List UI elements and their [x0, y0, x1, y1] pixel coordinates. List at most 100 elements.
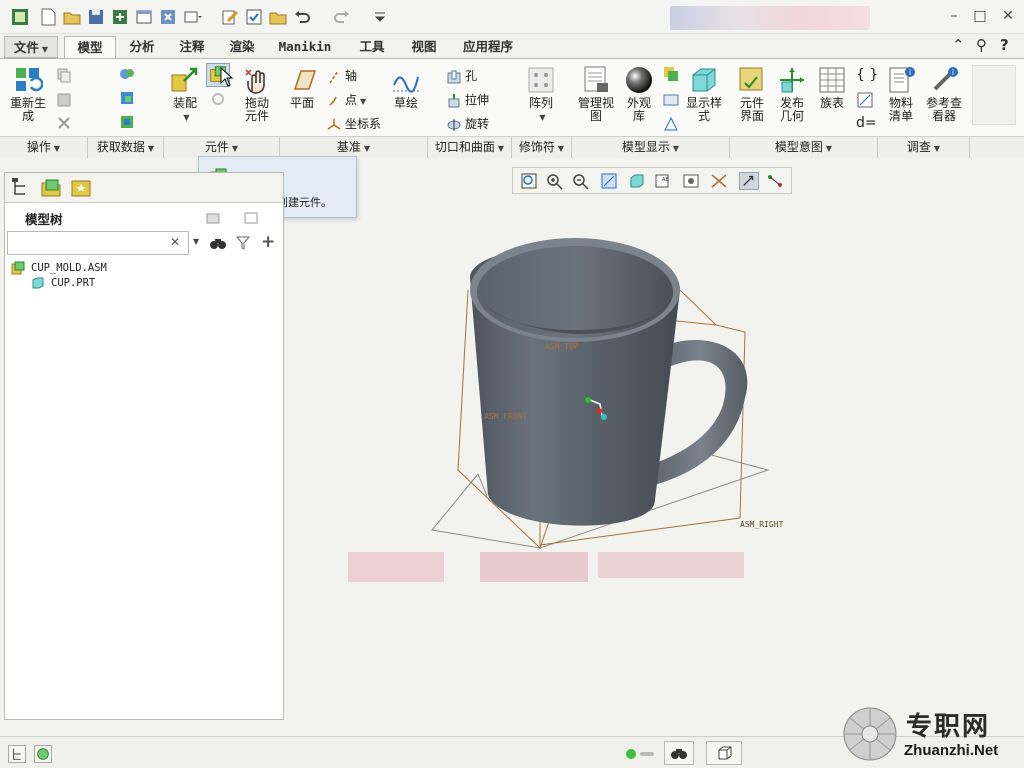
copy-geometry-icon[interactable]	[118, 65, 136, 83]
relations-button[interactable]: { }	[856, 67, 878, 83]
clear-search-icon[interactable]: ✕	[170, 235, 180, 249]
tab-analysis[interactable]: 分析	[118, 36, 166, 58]
regenerate-qat-icon[interactable]	[110, 7, 130, 27]
appearance-gallery-button[interactable]: 外观库	[622, 65, 656, 123]
show-icon[interactable]	[243, 209, 259, 225]
repeat-component-icon[interactable]	[210, 91, 226, 107]
saved-orientations-icon[interactable]: AB	[653, 172, 673, 190]
folder-icon[interactable]	[268, 7, 288, 27]
help-icon[interactable]: ?	[1000, 36, 1009, 54]
manage-views-icon	[584, 66, 608, 92]
reference-viewer-button[interactable]: i 参考查看器	[922, 65, 966, 123]
component-interface-button[interactable]: 元件界面	[734, 65, 770, 123]
save-icon[interactable]	[86, 7, 106, 27]
delete-icon[interactable]	[56, 115, 72, 131]
model-tree-search-input[interactable]: ✕	[7, 231, 189, 255]
shrinkwrap-icon[interactable]	[118, 89, 136, 107]
display-style-button[interactable]: 显示样式	[684, 65, 724, 123]
graphics-area[interactable]: ASM_TOP ASM_FRONT ASM_RIGHT	[286, 160, 1024, 736]
manage-views-button[interactable]: 管理视图	[574, 65, 618, 123]
csys-button[interactable]: 坐标系	[326, 115, 381, 133]
collapse-ribbon-icon[interactable]: ⌃	[952, 36, 965, 54]
window-icon[interactable]	[134, 7, 154, 27]
tree-item-assembly[interactable]: CUP_MOLD.ASM	[11, 261, 211, 277]
group-datum[interactable]: 基准 ▼	[280, 137, 428, 158]
d-equals-button[interactable]: d=	[856, 115, 877, 131]
copy-icon[interactable]	[56, 67, 72, 83]
pattern-button[interactable]: 阵列 ▼	[522, 65, 560, 124]
view-manager-icon[interactable]	[681, 172, 701, 190]
drag-components-button[interactable]: 拖动元件	[238, 65, 276, 123]
add-column-icon[interactable]: +	[261, 232, 275, 252]
group-operations[interactable]: 操作 ▼	[0, 137, 88, 158]
paste-icon[interactable]	[56, 91, 72, 107]
selection-filter-button[interactable]	[706, 741, 742, 765]
tab-render[interactable]: 渲染	[218, 36, 266, 58]
section-icon[interactable]	[662, 65, 680, 83]
merge-inherit-icon[interactable]	[118, 113, 136, 131]
search-icon[interactable]: ⚲	[976, 36, 987, 54]
family-table-button[interactable]: 族表	[814, 65, 850, 110]
app-icon[interactable]	[10, 7, 30, 27]
publish-geometry-button[interactable]: 发布几何	[774, 65, 810, 123]
minimize-button[interactable]: –	[944, 8, 964, 26]
point-button[interactable]: 点 ▼	[326, 91, 366, 109]
windows-dropdown-icon[interactable]	[182, 7, 202, 27]
annotation-display-icon[interactable]	[765, 172, 785, 190]
refit-icon[interactable]	[519, 172, 539, 190]
maximize-button[interactable]: □	[970, 8, 990, 26]
bom-button[interactable]: i 物料清单	[884, 65, 918, 123]
group-model-intent[interactable]: 模型意图 ▼	[730, 137, 878, 158]
group-cut-surface[interactable]: 切口和曲面 ▼	[428, 137, 512, 158]
group-model-display[interactable]: 模型显示 ▼	[572, 137, 730, 158]
browser-toggle-icon[interactable]	[34, 745, 52, 763]
axis-button[interactable]: 轴	[326, 67, 357, 85]
perspective-icon[interactable]	[662, 115, 680, 133]
zoom-in-icon[interactable]	[545, 172, 565, 190]
model-tree-tab-icon[interactable]	[9, 176, 33, 200]
sketch-button[interactable]: 草绘	[388, 65, 424, 110]
tab-view[interactable]: 视图	[400, 36, 448, 58]
new-file-icon[interactable]	[38, 7, 58, 27]
extrude-button[interactable]: 拉伸	[446, 91, 489, 109]
favorites-tab-icon[interactable]	[69, 176, 93, 200]
group-component[interactable]: 元件 ▼	[164, 137, 280, 158]
tab-manikin[interactable]: Manikin	[270, 36, 340, 58]
search-dropdown-icon[interactable]: ▼	[193, 237, 199, 246]
settings-icon[interactable]	[205, 209, 221, 225]
tab-applications[interactable]: 应用程序	[450, 36, 526, 58]
display-style-small-icon[interactable]	[662, 91, 680, 109]
regenerate-button[interactable]: 重新生成	[8, 65, 48, 123]
open-folder-icon[interactable]	[62, 7, 82, 27]
group-modifiers[interactable]: 修饰符 ▼	[512, 137, 572, 158]
group-get-data[interactable]: 获取数据 ▼	[88, 137, 164, 158]
parameters-icon[interactable]	[856, 91, 874, 109]
close-window-icon[interactable]	[158, 7, 178, 27]
display-style-view-icon[interactable]	[627, 172, 647, 190]
tab-model[interactable]: 模型	[64, 36, 116, 58]
tree-item-part[interactable]: CUP.PRT	[31, 276, 211, 292]
repaint-icon[interactable]	[599, 172, 619, 190]
redo-icon[interactable]	[332, 7, 352, 27]
checklist-icon[interactable]	[244, 7, 264, 27]
tab-file[interactable]: 文件 ▼	[4, 36, 58, 58]
assemble-button[interactable]: 装配 ▼	[166, 65, 204, 124]
filter-icon[interactable]	[235, 235, 251, 251]
zoom-out-icon[interactable]	[571, 172, 591, 190]
customize-qat-icon[interactable]	[370, 7, 390, 27]
navigator-toggle-icon[interactable]	[8, 745, 26, 763]
folder-browser-tab-icon[interactable]	[39, 176, 63, 200]
tab-tools[interactable]: 工具	[346, 36, 398, 58]
edit-icon[interactable]	[220, 7, 240, 27]
datum-display-filters-icon[interactable]	[709, 172, 729, 190]
undo-icon[interactable]	[292, 7, 312, 27]
hole-button[interactable]: 孔	[446, 67, 477, 85]
find-icon[interactable]	[209, 235, 227, 251]
revolve-button[interactable]: 旋转	[446, 115, 489, 133]
plane-button[interactable]: 平面	[284, 65, 320, 110]
spin-center-icon[interactable]	[739, 172, 759, 190]
find-button[interactable]	[664, 741, 694, 765]
tab-annotate[interactable]: 注释	[168, 36, 216, 58]
close-button[interactable]: ✕	[998, 8, 1018, 26]
group-investigate[interactable]: 调查 ▼	[878, 137, 970, 158]
